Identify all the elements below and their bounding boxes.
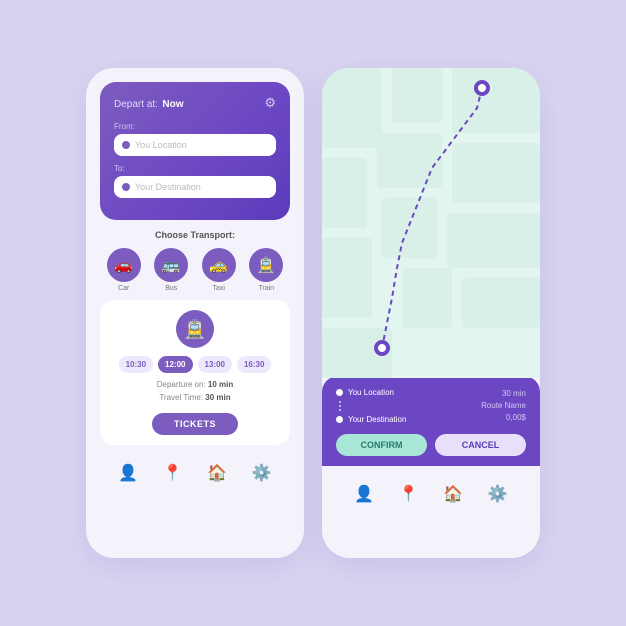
travel-value: 30 min: [205, 393, 230, 402]
to-label: To:: [114, 164, 276, 173]
transport-car[interactable]: 🚗 Car: [107, 248, 141, 292]
transport-train[interactable]: 🚊 Train: [249, 248, 283, 292]
taxi-icon: 🚕: [202, 248, 236, 282]
time-pill-1200[interactable]: 12:00: [158, 356, 192, 373]
car-label: Car: [118, 285, 129, 292]
schedule-card: 🚊 10:30 12:00 13:00 16:30 Departure on: …: [100, 300, 290, 445]
from-dot: [336, 389, 343, 396]
time-pill-1030[interactable]: 10:30: [119, 356, 153, 373]
to-placeholder: Your Destination: [135, 182, 201, 192]
train-icon: 🚊: [249, 248, 283, 282]
bus-label: Bus: [165, 285, 177, 292]
to-dot: [336, 416, 343, 423]
selected-transport-icon: 🚊: [176, 310, 214, 348]
transport-bus[interactable]: 🚌 Bus: [154, 248, 188, 292]
info-card: You Location Your Destination 30 min Rou…: [322, 376, 540, 466]
phone-left: Depart at: Now ⚙ From: You Location To: …: [86, 68, 304, 558]
nav-location-icon-r[interactable]: 📍: [399, 484, 419, 504]
time-pills: 10:30 12:00 13:00 16:30: [119, 356, 272, 373]
nav-profile-icon[interactable]: 👤: [118, 463, 138, 483]
depart-value: Now: [162, 99, 183, 110]
header-card: Depart at: Now ⚙ From: You Location To: …: [100, 82, 290, 220]
from-label: From:: [114, 122, 276, 131]
nav-profile-icon-r[interactable]: 👤: [354, 484, 374, 504]
transport-icons: 🚗 Car 🚌 Bus 🚕 Taxi 🚊 Train: [100, 248, 290, 292]
route-name: Route Name: [481, 400, 526, 412]
departure-value: 10 min: [208, 380, 233, 389]
from-location-text: You Location: [348, 388, 394, 397]
taxi-label: Taxi: [213, 285, 225, 292]
info-route: You Location Your Destination 30 min Rou…: [336, 388, 526, 424]
to-location-text: Your Destination: [348, 415, 406, 424]
map-area: [322, 68, 540, 378]
train-label: Train: [258, 285, 274, 292]
info-locations: You Location Your Destination: [336, 388, 406, 424]
transport-title: Choose Transport:: [100, 230, 290, 240]
phones-container: Depart at: Now ⚙ From: You Location To: …: [86, 68, 540, 558]
schedule-info: Departure on: 10 min Travel Time: 30 min: [157, 379, 233, 405]
nav-home-icon-r[interactable]: 🏠: [443, 484, 463, 504]
depart-label: Depart at:: [114, 99, 158, 110]
confirm-button[interactable]: CONFIRM: [336, 434, 427, 456]
settings-icon[interactable]: ⚙: [264, 95, 276, 111]
bottom-nav-left: 👤 📍 🏠 ⚙️: [86, 455, 304, 489]
nav-location-icon[interactable]: 📍: [163, 463, 183, 483]
nav-settings-icon-r[interactable]: ⚙️: [488, 484, 508, 504]
to-location-item: Your Destination: [336, 415, 406, 424]
cancel-button[interactable]: CANCEL: [435, 434, 526, 456]
info-buttons: CONFIRM CANCEL: [336, 434, 526, 456]
transport-taxi[interactable]: 🚕 Taxi: [202, 248, 236, 292]
time-pill-1300[interactable]: 13:00: [198, 356, 232, 373]
bottom-nav-right: 👤 📍 🏠 ⚙️: [322, 476, 540, 510]
route-duration: 30 min: [481, 388, 526, 400]
route-price: 0,00$: [481, 412, 526, 424]
nav-home-icon[interactable]: 🏠: [207, 463, 227, 483]
time-pill-1630[interactable]: 16:30: [237, 356, 271, 373]
from-placeholder: You Location: [135, 140, 187, 150]
car-icon: 🚗: [107, 248, 141, 282]
pin-icon-2: [122, 183, 130, 191]
pin-icon: [122, 141, 130, 149]
tickets-button[interactable]: TICKETS: [152, 413, 238, 435]
nav-settings-icon[interactable]: ⚙️: [252, 463, 272, 483]
from-input[interactable]: You Location: [114, 134, 276, 156]
map-svg: [322, 68, 540, 378]
from-location-item: You Location: [336, 388, 406, 397]
route-connector: [339, 401, 341, 411]
info-meta: 30 min Route Name 0,00$: [481, 388, 526, 424]
transport-section: Choose Transport: 🚗 Car 🚌 Bus 🚕 Taxi 🚊 T…: [86, 230, 304, 292]
to-input[interactable]: Your Destination: [114, 176, 276, 198]
bus-icon: 🚌: [154, 248, 188, 282]
phone-right: You Location Your Destination 30 min Rou…: [322, 68, 540, 558]
